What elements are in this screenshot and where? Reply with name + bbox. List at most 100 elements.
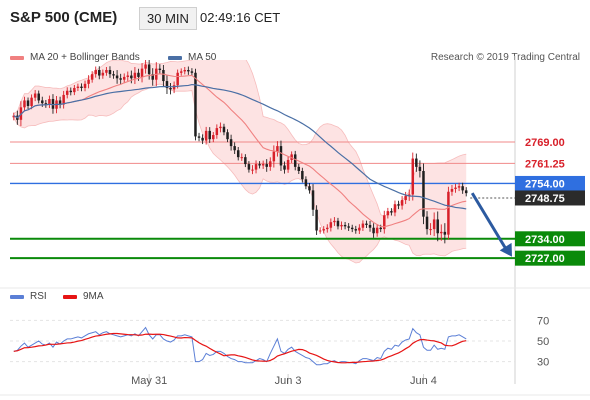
candle-body [226, 132, 229, 140]
candle-body [137, 72, 140, 77]
candle-body [94, 70, 97, 75]
candle-body [83, 83, 87, 88]
candle-body [293, 154, 297, 167]
candle-body [336, 220, 340, 227]
candle-body [251, 169, 254, 171]
price-level-label-2: 2754.00 [525, 178, 565, 190]
candle-body [361, 223, 365, 228]
candle-body [122, 76, 126, 80]
candle-body [297, 166, 301, 171]
candle-body [23, 100, 26, 108]
candle-body [190, 71, 194, 73]
forecast-arrow-head [499, 242, 512, 257]
candle-body [87, 79, 90, 84]
candle-body [169, 87, 172, 90]
candle-body [105, 70, 108, 73]
candle-body [208, 130, 211, 140]
candle-body [219, 126, 222, 129]
bollinger-band [13, 60, 467, 263]
candle-body [450, 188, 454, 192]
candle-body [215, 128, 219, 136]
candle-body [301, 171, 304, 180]
candle-body [432, 219, 436, 230]
candle-body [30, 97, 33, 106]
candle-body [197, 136, 201, 138]
candle-body [26, 100, 30, 106]
candle-body [233, 146, 236, 151]
candle-body [144, 64, 147, 69]
candle-body [179, 71, 183, 73]
candle-body [411, 158, 415, 195]
price-chart: 2769.00 2761.25 2754.00 2748.75 2734.00 2727.… [0, 56, 590, 396]
date-label-1: Jun 3 [275, 375, 302, 387]
candle-body [130, 75, 133, 79]
candle-body [315, 209, 318, 231]
candle-body [304, 179, 308, 187]
candle-body [126, 75, 130, 77]
candle-body [158, 68, 162, 70]
rsi-tick-label-2: 30 [537, 357, 549, 369]
candle-body [73, 87, 76, 93]
price-level-label-0: 2769.00 [525, 137, 565, 149]
date-label-0: May 31 [131, 375, 167, 387]
candle-body [51, 99, 55, 109]
candle-body [236, 150, 240, 158]
candle-body [454, 187, 457, 189]
candle-body [368, 224, 372, 228]
candle-body [112, 74, 115, 76]
candle-body [322, 229, 325, 231]
price-level-label-3: 2748.75 [525, 193, 565, 205]
candle-body [276, 146, 279, 152]
price-level-label-1: 2761.25 [525, 158, 565, 170]
candle-body [65, 90, 69, 95]
candle-body [240, 157, 244, 159]
candle-body [390, 211, 393, 213]
candle-body [457, 186, 461, 188]
candle-body [375, 227, 379, 234]
candle-body [108, 70, 112, 75]
forecast-arrow-shaft [470, 192, 509, 252]
candle-body [440, 231, 443, 234]
candle-body [326, 227, 329, 230]
candle-body [162, 70, 165, 82]
candle-body [212, 135, 215, 140]
candle-body [183, 70, 187, 72]
candle-body [204, 130, 208, 141]
candle-body [261, 164, 265, 166]
candle-body [33, 93, 37, 98]
candle-body [318, 230, 322, 232]
candle-body [333, 220, 336, 223]
candle-body [429, 229, 432, 231]
candle-body [311, 190, 315, 210]
candle-body [422, 171, 425, 217]
candle-body [418, 166, 422, 171]
candle-body [147, 64, 151, 75]
candle-body [372, 227, 375, 234]
candle-body [222, 126, 226, 133]
candle-body [247, 164, 251, 170]
candle-body [172, 85, 176, 90]
candle-body [41, 100, 44, 104]
candle-body [350, 227, 354, 230]
candle-body [101, 72, 105, 76]
candle-body [119, 78, 122, 80]
candle-body [393, 204, 397, 213]
candle-body [286, 159, 290, 170]
candle-body [365, 223, 368, 225]
candle-body [425, 216, 429, 230]
rsi-tick-label-0: 70 [537, 315, 549, 327]
candle-body [354, 229, 358, 231]
rsi-tick-label-1: 50 [537, 336, 549, 348]
candle-body [447, 191, 450, 235]
candle-body [229, 139, 233, 147]
candle-body [140, 68, 144, 77]
price-level-label-5: 2727.00 [525, 253, 565, 265]
candle-body [347, 226, 350, 228]
candle-body [80, 86, 83, 88]
candle-body [187, 70, 190, 72]
candle-body [400, 200, 404, 206]
candle-body [415, 158, 418, 167]
candle-body [133, 72, 137, 79]
candle-body [258, 164, 261, 166]
candle-body [194, 72, 197, 137]
